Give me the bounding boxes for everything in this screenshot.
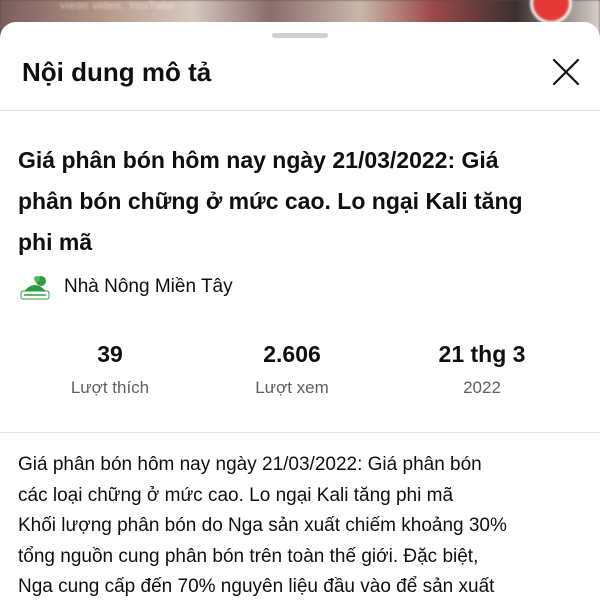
publish-date: 21 thg 3 — [438, 341, 526, 367]
stat-date: 21 thg 3 2022 — [382, 338, 582, 402]
video-watermark: vieon video, YouTube — [60, 0, 175, 12]
channel-logo-icon — [20, 276, 50, 300]
record-button[interactable] — [530, 0, 572, 24]
drag-handle[interactable] — [272, 33, 328, 38]
likes-label: Lượt thích — [70, 378, 150, 397]
description-text: Giá phân bón hôm nay ngày 21/03/2022: Gi… — [18, 450, 590, 600]
views-count: 2.606 — [263, 341, 321, 367]
close-button[interactable] — [548, 54, 584, 90]
channel-row[interactable]: Nhà Nông Miền Tây — [18, 272, 233, 302]
description-line: Giá phân bón hôm nay ngày 21/03/2022: Gi… — [18, 454, 482, 475]
description-line: Nga cung cấp đến 70% nguyên liệu đầu vào… — [18, 576, 495, 597]
stat-views: 2.606 Lượt xem — [192, 338, 392, 402]
description-line: Khối lượng phân bón do Nga sản xuất chiế… — [18, 515, 507, 536]
description-line: các loại chững ở mức cao. Lo ngại Kali t… — [18, 484, 454, 506]
likes-count: 39 — [97, 341, 123, 367]
section-divider — [0, 432, 600, 433]
stat-likes: 39 Lượt thích — [10, 338, 210, 402]
video-title: Giá phân bón hôm nay ngày 21/03/2022: Gi… — [18, 140, 586, 263]
video-title-line: Giá phân bón hôm nay ngày 21/03/2022: Gi… — [18, 147, 499, 173]
publish-year: 2022 — [463, 378, 501, 397]
video-title-line: phi mã — [18, 229, 93, 255]
views-label: Lượt xem — [255, 378, 329, 397]
sheet-header: Nội dung mô tả — [0, 46, 600, 111]
description-sheet: Nội dung mô tả Giá phân bón hôm nay ngày… — [0, 22, 600, 600]
video-title-line: phân bón chững ở mức cao. Lo ngại Kali t… — [18, 188, 523, 214]
channel-name: Nhà Nông Miền Tây — [64, 276, 233, 297]
description-line: tổng nguồn cung phân bón trên toàn thế g… — [18, 545, 479, 567]
close-icon — [552, 58, 580, 86]
stats-row: 39 Lượt thích 2.606 Lượt xem 21 thg 3 20… — [0, 338, 600, 408]
sheet-title: Nội dung mô tả — [22, 57, 212, 87]
